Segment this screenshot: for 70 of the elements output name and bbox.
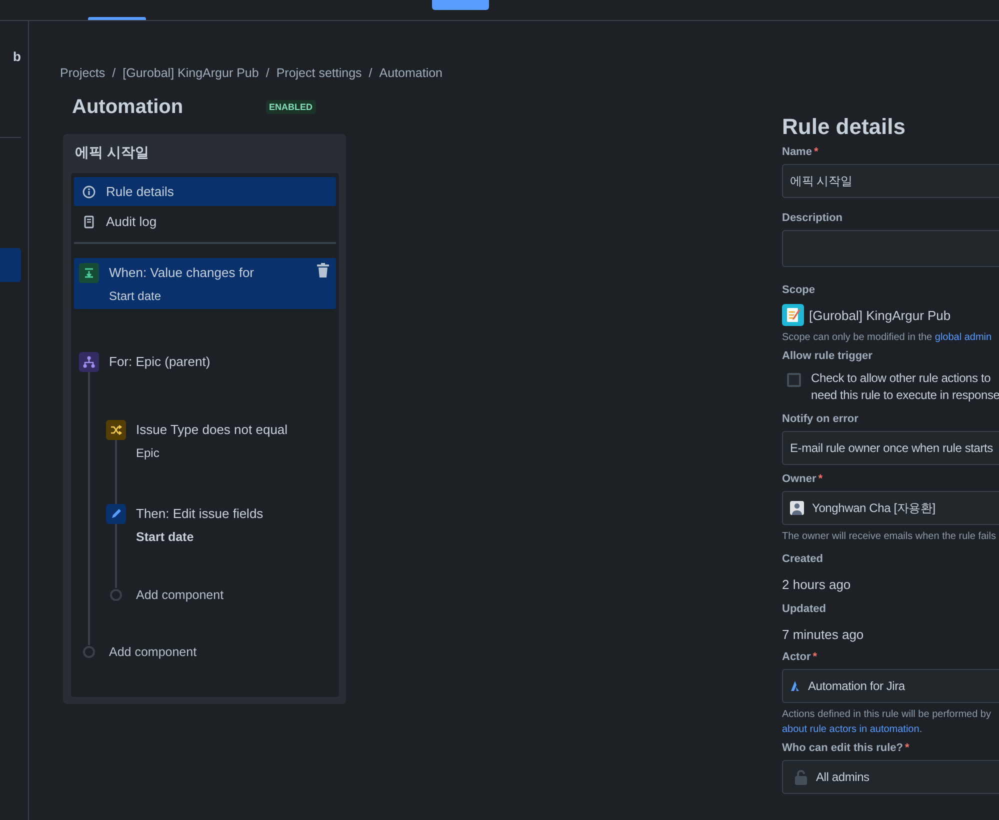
updated-value: 7 minutes ago <box>782 627 865 643</box>
created-value: 2 hours ago <box>782 577 852 593</box>
component-detail: Epic <box>136 445 160 461</box>
sidebar-nav-item[interactable]: Audit log <box>74 207 336 236</box>
breadcrumb-separator: / <box>112 66 116 82</box>
status-lozenge: ENABLED <box>266 100 316 114</box>
owner-field[interactable]: Yonghwan Cha [자용환] <box>782 491 999 525</box>
editors-select[interactable]: All admins <box>782 760 999 794</box>
field-label: Scope <box>782 284 816 296</box>
description-field[interactable] <box>782 230 999 267</box>
field-label: Created <box>782 553 823 565</box>
rule-component[interactable]: When: Value changes for Start date <box>74 258 336 309</box>
add-component-link[interactable]: Add component <box>136 588 224 602</box>
info-icon <box>82 184 96 198</box>
shuffle-icon <box>106 420 126 440</box>
component-title: Issue Type does not equal <box>136 422 289 438</box>
sidebar-item[interactable] <box>0 248 21 282</box>
breadcrumb-link[interactable]: Automation <box>379 66 443 82</box>
automation-logo-icon <box>790 680 800 692</box>
breadcrumb-separator: / <box>266 66 270 82</box>
panel-title: Rule details <box>782 114 906 140</box>
breadcrumb-link[interactable]: Projects <box>60 66 106 82</box>
component-detail: Start date <box>136 529 195 545</box>
sidebar-heading: b <box>12 49 22 65</box>
lock-icon <box>794 769 808 785</box>
component-title: For: Epic (parent) <box>109 354 212 370</box>
notepad-icon <box>782 304 804 326</box>
checkbox-label: Check to allow other rule actions to need this rule to execute in response <box>811 370 999 404</box>
field-label: Owner <box>782 473 816 485</box>
lightning-trigger-icon <box>79 263 99 283</box>
hierarchy-icon <box>79 352 99 372</box>
document-icon <box>82 214 96 228</box>
trash-icon[interactable] <box>316 263 330 278</box>
required-marker: * <box>818 473 823 485</box>
page-title: Automation <box>72 96 184 118</box>
field-label: Who can edit this rule? <box>782 742 904 754</box>
notify-select[interactable]: E-mail rule owner once when rule starts <box>782 431 999 465</box>
checkbox[interactable] <box>787 373 801 387</box>
component-title: Then: Edit issue fields <box>136 506 264 522</box>
rule-component[interactable]: Issue Type does not equal Epic <box>106 420 336 461</box>
help-text: Actions defined in this rule will be performed by about rule actors in automation. <box>782 708 992 737</box>
create-button[interactable] <box>432 0 489 10</box>
field-label: Actor <box>782 651 811 663</box>
rule-name: 에픽 시작일 <box>75 144 150 162</box>
component-detail: Start date <box>109 288 162 304</box>
scope-value: [Gurobal] KingArgur Pub <box>809 308 951 322</box>
field-label: Updated <box>782 603 826 615</box>
breadcrumb-link[interactable]: [Gurobal] KingArgur Pub <box>122 66 259 82</box>
component-title: When: Value changes for <box>109 265 256 281</box>
actor-field[interactable]: Automation for Jira <box>782 669 999 703</box>
field-label: Name <box>782 146 812 158</box>
add-component-link[interactable]: Add component <box>109 645 197 659</box>
required-marker: * <box>812 651 818 663</box>
help-text: Scope can only be modified in the global admin <box>782 331 993 345</box>
field-label: Description <box>782 212 843 224</box>
field-label: Notify on error <box>782 413 858 425</box>
breadcrumb-link[interactable]: Project settings <box>276 66 362 82</box>
rule-component[interactable]: For: Epic (parent) <box>79 352 336 372</box>
avatar-icon <box>790 501 804 515</box>
required-marker: * <box>905 742 910 754</box>
global-admin-link[interactable]: global admin <box>934 332 992 343</box>
name-field[interactable]: 에픽 시작일 <box>782 164 999 198</box>
pencil-icon <box>106 504 126 524</box>
sidebar-nav-item[interactable]: Rule details <box>74 177 336 206</box>
rule-actors-link[interactable]: about rule actors in automation <box>782 724 920 735</box>
rule-component[interactable]: Then: Edit issue fields Start date <box>106 504 336 545</box>
breadcrumb-separator: / <box>368 66 372 82</box>
help-text: The owner will receive emails when the rule fails <box>782 530 997 544</box>
required-marker: * <box>814 146 818 158</box>
field-label: Allow rule trigger <box>782 350 872 362</box>
